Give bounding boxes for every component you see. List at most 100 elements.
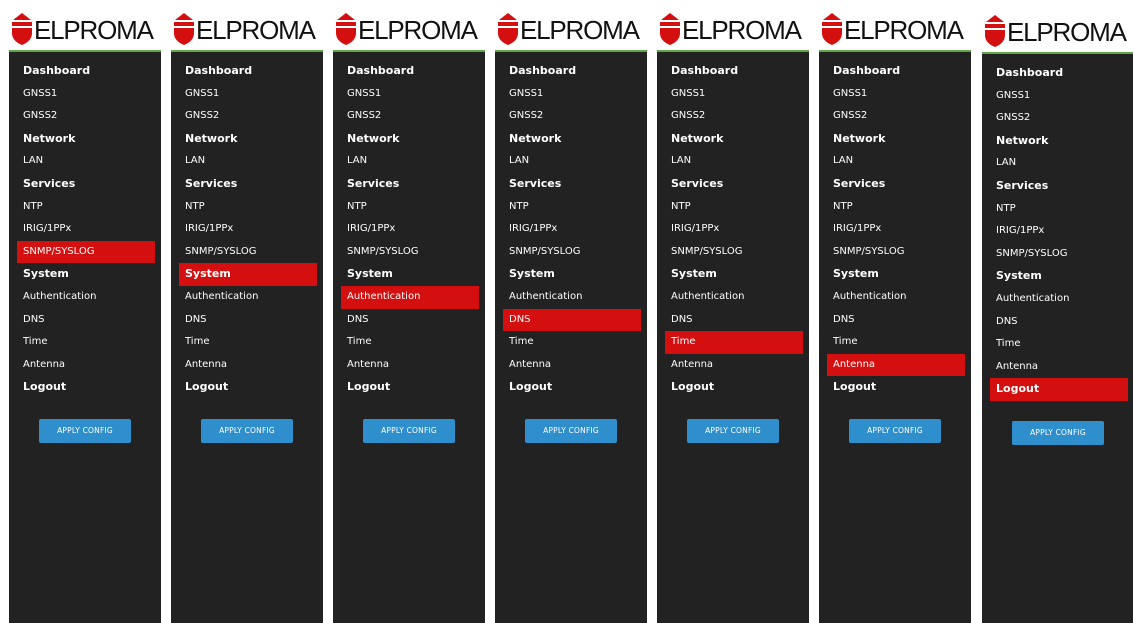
- apply-config-button[interactable]: APPLY CONFIG: [525, 418, 617, 443]
- nav-item-network[interactable]: Network: [333, 128, 479, 151]
- nav-item-dashboard[interactable]: Dashboard: [495, 60, 641, 83]
- nav-item-gnss2[interactable]: GNSS2: [665, 105, 803, 128]
- nav-item-ntp[interactable]: NTP: [179, 196, 317, 219]
- nav-item-dashboard[interactable]: Dashboard: [982, 62, 1128, 85]
- nav-item-antenna[interactable]: Antenna: [17, 354, 155, 377]
- nav-item-ntp[interactable]: NTP: [990, 198, 1128, 221]
- nav-item-network[interactable]: Network: [657, 128, 803, 151]
- nav-item-network[interactable]: Network: [819, 128, 965, 151]
- nav-item-gnss1[interactable]: GNSS1: [17, 83, 155, 106]
- nav-item-gnss1[interactable]: GNSS1: [827, 83, 965, 106]
- nav-item-authentication[interactable]: Authentication: [990, 288, 1128, 311]
- nav-item-services[interactable]: Services: [657, 173, 803, 196]
- nav-item-irig-1ppx[interactable]: IRIG/1PPx: [17, 218, 155, 241]
- nav-item-time[interactable]: Time: [990, 333, 1128, 356]
- nav-item-time[interactable]: Time: [179, 331, 317, 354]
- nav-item-snmp-syslog[interactable]: SNMP/SYSLOG: [990, 243, 1128, 266]
- nav-item-dashboard[interactable]: Dashboard: [819, 60, 965, 83]
- nav-item-time[interactable]: Time: [665, 331, 803, 354]
- nav-item-irig-1ppx[interactable]: IRIG/1PPx: [827, 218, 965, 241]
- nav-item-logout[interactable]: Logout: [657, 376, 803, 399]
- nav-item-ntp[interactable]: NTP: [665, 196, 803, 219]
- nav-item-authentication[interactable]: Authentication: [341, 285, 479, 309]
- nav-item-gnss1[interactable]: GNSS1: [503, 83, 641, 106]
- nav-item-services[interactable]: Services: [9, 173, 155, 196]
- nav-item-ntp[interactable]: NTP: [341, 196, 479, 219]
- nav-item-logout[interactable]: Logout: [990, 378, 1128, 401]
- nav-item-dashboard[interactable]: Dashboard: [657, 60, 803, 83]
- nav-item-system[interactable]: System: [179, 263, 317, 286]
- nav-item-irig-1ppx[interactable]: IRIG/1PPx: [990, 220, 1128, 243]
- nav-item-gnss2[interactable]: GNSS2: [17, 105, 155, 128]
- nav-item-logout[interactable]: Logout: [819, 376, 965, 399]
- nav-item-antenna[interactable]: Antenna: [179, 354, 317, 377]
- nav-item-network[interactable]: Network: [495, 128, 641, 151]
- nav-item-irig-1ppx[interactable]: IRIG/1PPx: [179, 218, 317, 241]
- nav-item-system[interactable]: System: [819, 263, 965, 286]
- nav-item-time[interactable]: Time: [341, 331, 479, 354]
- nav-item-lan[interactable]: LAN: [341, 150, 479, 173]
- nav-item-services[interactable]: Services: [171, 173, 317, 196]
- nav-item-lan[interactable]: LAN: [503, 150, 641, 173]
- nav-item-network[interactable]: Network: [171, 128, 317, 151]
- nav-item-dns[interactable]: DNS: [179, 309, 317, 332]
- nav-item-lan[interactable]: LAN: [179, 150, 317, 173]
- nav-item-gnss2[interactable]: GNSS2: [341, 105, 479, 128]
- nav-item-dashboard[interactable]: Dashboard: [171, 60, 317, 83]
- nav-item-snmp-syslog[interactable]: SNMP/SYSLOG: [341, 241, 479, 264]
- nav-item-lan[interactable]: LAN: [17, 150, 155, 173]
- nav-item-ntp[interactable]: NTP: [17, 196, 155, 219]
- nav-item-antenna[interactable]: Antenna: [341, 354, 479, 377]
- nav-item-lan[interactable]: LAN: [990, 152, 1128, 175]
- nav-item-snmp-syslog[interactable]: SNMP/SYSLOG: [827, 241, 965, 264]
- nav-item-services[interactable]: Services: [333, 173, 479, 196]
- nav-item-ntp[interactable]: NTP: [503, 196, 641, 219]
- nav-item-gnss2[interactable]: GNSS2: [827, 105, 965, 128]
- apply-config-button[interactable]: APPLY CONFIG: [1012, 420, 1104, 445]
- nav-item-network[interactable]: Network: [9, 128, 155, 151]
- nav-item-irig-1ppx[interactable]: IRIG/1PPx: [341, 218, 479, 241]
- apply-config-button[interactable]: APPLY CONFIG: [363, 418, 455, 443]
- apply-config-button[interactable]: APPLY CONFIG: [849, 418, 941, 443]
- nav-item-lan[interactable]: LAN: [827, 150, 965, 173]
- nav-item-authentication[interactable]: Authentication: [827, 286, 965, 309]
- nav-item-ntp[interactable]: NTP: [827, 196, 965, 219]
- nav-item-authentication[interactable]: Authentication: [17, 286, 155, 309]
- nav-item-lan[interactable]: LAN: [665, 150, 803, 173]
- nav-item-gnss1[interactable]: GNSS1: [665, 83, 803, 106]
- nav-item-authentication[interactable]: Authentication: [503, 286, 641, 309]
- nav-item-dns[interactable]: DNS: [665, 309, 803, 332]
- nav-item-logout[interactable]: Logout: [495, 376, 641, 399]
- nav-item-logout[interactable]: Logout: [171, 376, 317, 399]
- nav-item-gnss1[interactable]: GNSS1: [990, 85, 1128, 108]
- nav-item-gnss1[interactable]: GNSS1: [179, 83, 317, 106]
- nav-item-snmp-syslog[interactable]: SNMP/SYSLOG: [17, 240, 155, 264]
- nav-item-antenna[interactable]: Antenna: [827, 353, 965, 377]
- nav-item-services[interactable]: Services: [819, 173, 965, 196]
- nav-item-snmp-syslog[interactable]: SNMP/SYSLOG: [179, 241, 317, 264]
- nav-item-system[interactable]: System: [657, 263, 803, 286]
- nav-item-snmp-syslog[interactable]: SNMP/SYSLOG: [665, 241, 803, 264]
- apply-config-button[interactable]: APPLY CONFIG: [687, 418, 779, 443]
- apply-config-button[interactable]: APPLY CONFIG: [39, 418, 131, 443]
- nav-item-dns[interactable]: DNS: [827, 309, 965, 332]
- nav-item-logout[interactable]: Logout: [333, 376, 479, 399]
- nav-item-antenna[interactable]: Antenna: [503, 354, 641, 377]
- nav-item-time[interactable]: Time: [17, 331, 155, 354]
- nav-item-gnss1[interactable]: GNSS1: [341, 83, 479, 106]
- nav-item-system[interactable]: System: [9, 263, 155, 286]
- nav-item-snmp-syslog[interactable]: SNMP/SYSLOG: [503, 241, 641, 264]
- nav-item-services[interactable]: Services: [495, 173, 641, 196]
- nav-item-dashboard[interactable]: Dashboard: [9, 60, 155, 83]
- nav-item-authentication[interactable]: Authentication: [179, 286, 317, 309]
- nav-item-antenna[interactable]: Antenna: [990, 356, 1128, 379]
- nav-item-dns[interactable]: DNS: [17, 309, 155, 332]
- nav-item-irig-1ppx[interactable]: IRIG/1PPx: [665, 218, 803, 241]
- nav-item-system[interactable]: System: [495, 263, 641, 286]
- nav-item-dns[interactable]: DNS: [341, 309, 479, 332]
- nav-item-dns[interactable]: DNS: [990, 311, 1128, 334]
- nav-item-time[interactable]: Time: [827, 331, 965, 354]
- nav-item-gnss2[interactable]: GNSS2: [179, 105, 317, 128]
- nav-item-authentication[interactable]: Authentication: [665, 286, 803, 309]
- nav-item-irig-1ppx[interactable]: IRIG/1PPx: [503, 218, 641, 241]
